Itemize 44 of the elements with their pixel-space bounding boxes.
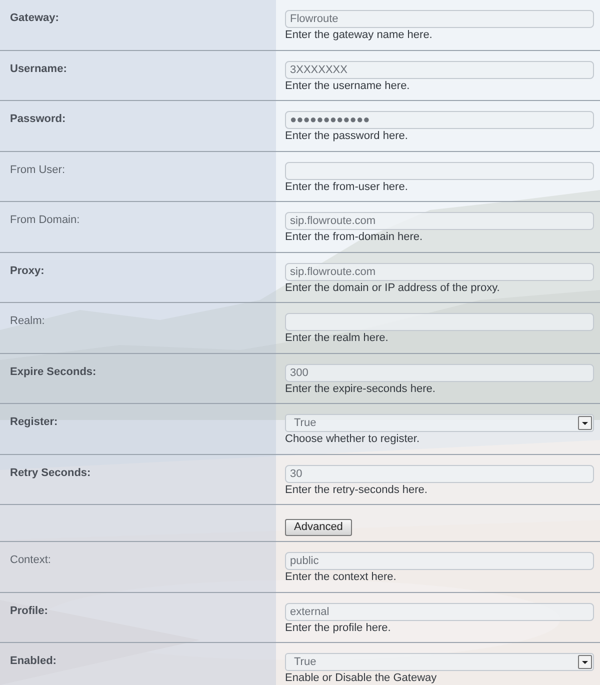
help-text: Enter the domain or IP address of the proxy. (285, 282, 501, 294)
input-field[interactable]: sip.flowroute.com (285, 262, 594, 280)
input-field[interactable] (285, 313, 594, 331)
help-text: Enter the realm here. (285, 332, 390, 345)
dropdown-value: True (294, 416, 316, 431)
input-field[interactable]: sip.flowroute.com (285, 212, 594, 230)
field-label: From User: (10, 162, 66, 178)
advanced-button[interactable]: Advanced (285, 518, 352, 536)
input-field[interactable]: Flowroute (285, 10, 594, 28)
caret-icon (578, 655, 592, 669)
help-text: Enter the expire-seconds here. (285, 382, 436, 396)
field-label: Profile: (10, 604, 49, 618)
dropdown[interactable]: True (285, 653, 594, 671)
help-text: Enter the gateway name here. (285, 29, 434, 42)
input-field[interactable]: ●●●●●●●●●●●● (285, 111, 594, 129)
help-text: Enter the username here. (285, 80, 411, 92)
help-text: Enter the context here. (285, 571, 398, 584)
field-label: Retry Seconds: (10, 466, 92, 480)
field-label: Register: (10, 415, 59, 430)
input-field[interactable]: 3XXXXXXX (285, 60, 594, 78)
field-label: Gateway: (10, 11, 60, 26)
help-text: Enter the password here. (285, 130, 409, 143)
input-field[interactable]: public (285, 552, 594, 570)
field-label: Enabled: (10, 654, 58, 669)
field-label: Realm: (10, 314, 46, 329)
dropdown[interactable]: True (285, 414, 594, 432)
dropdown-value: True (294, 655, 316, 670)
input-field[interactable] (285, 162, 594, 180)
help-text: Choose whether to register. (285, 433, 421, 446)
input-field[interactable]: 30 (285, 464, 594, 482)
help-text: Enable or Disable the Gateway (285, 672, 438, 685)
field-label: Context: (10, 553, 52, 568)
field-label: Expire Seconds: (10, 364, 98, 380)
input-field[interactable]: external (285, 602, 594, 620)
help-text: Enter the from-domain here. (285, 231, 424, 244)
help-text: Enter the retry-seconds here. (285, 484, 428, 496)
field-label: Username: (10, 62, 68, 76)
field-label: Proxy: (10, 264, 46, 278)
caret-icon (578, 416, 592, 430)
input-field[interactable]: 300 (285, 364, 594, 382)
field-label: From Domain: (10, 213, 81, 228)
help-text: Enter the profile here. (285, 622, 392, 634)
help-text: Enter the from-user here. (285, 180, 409, 194)
field-label: Password: (10, 112, 67, 127)
